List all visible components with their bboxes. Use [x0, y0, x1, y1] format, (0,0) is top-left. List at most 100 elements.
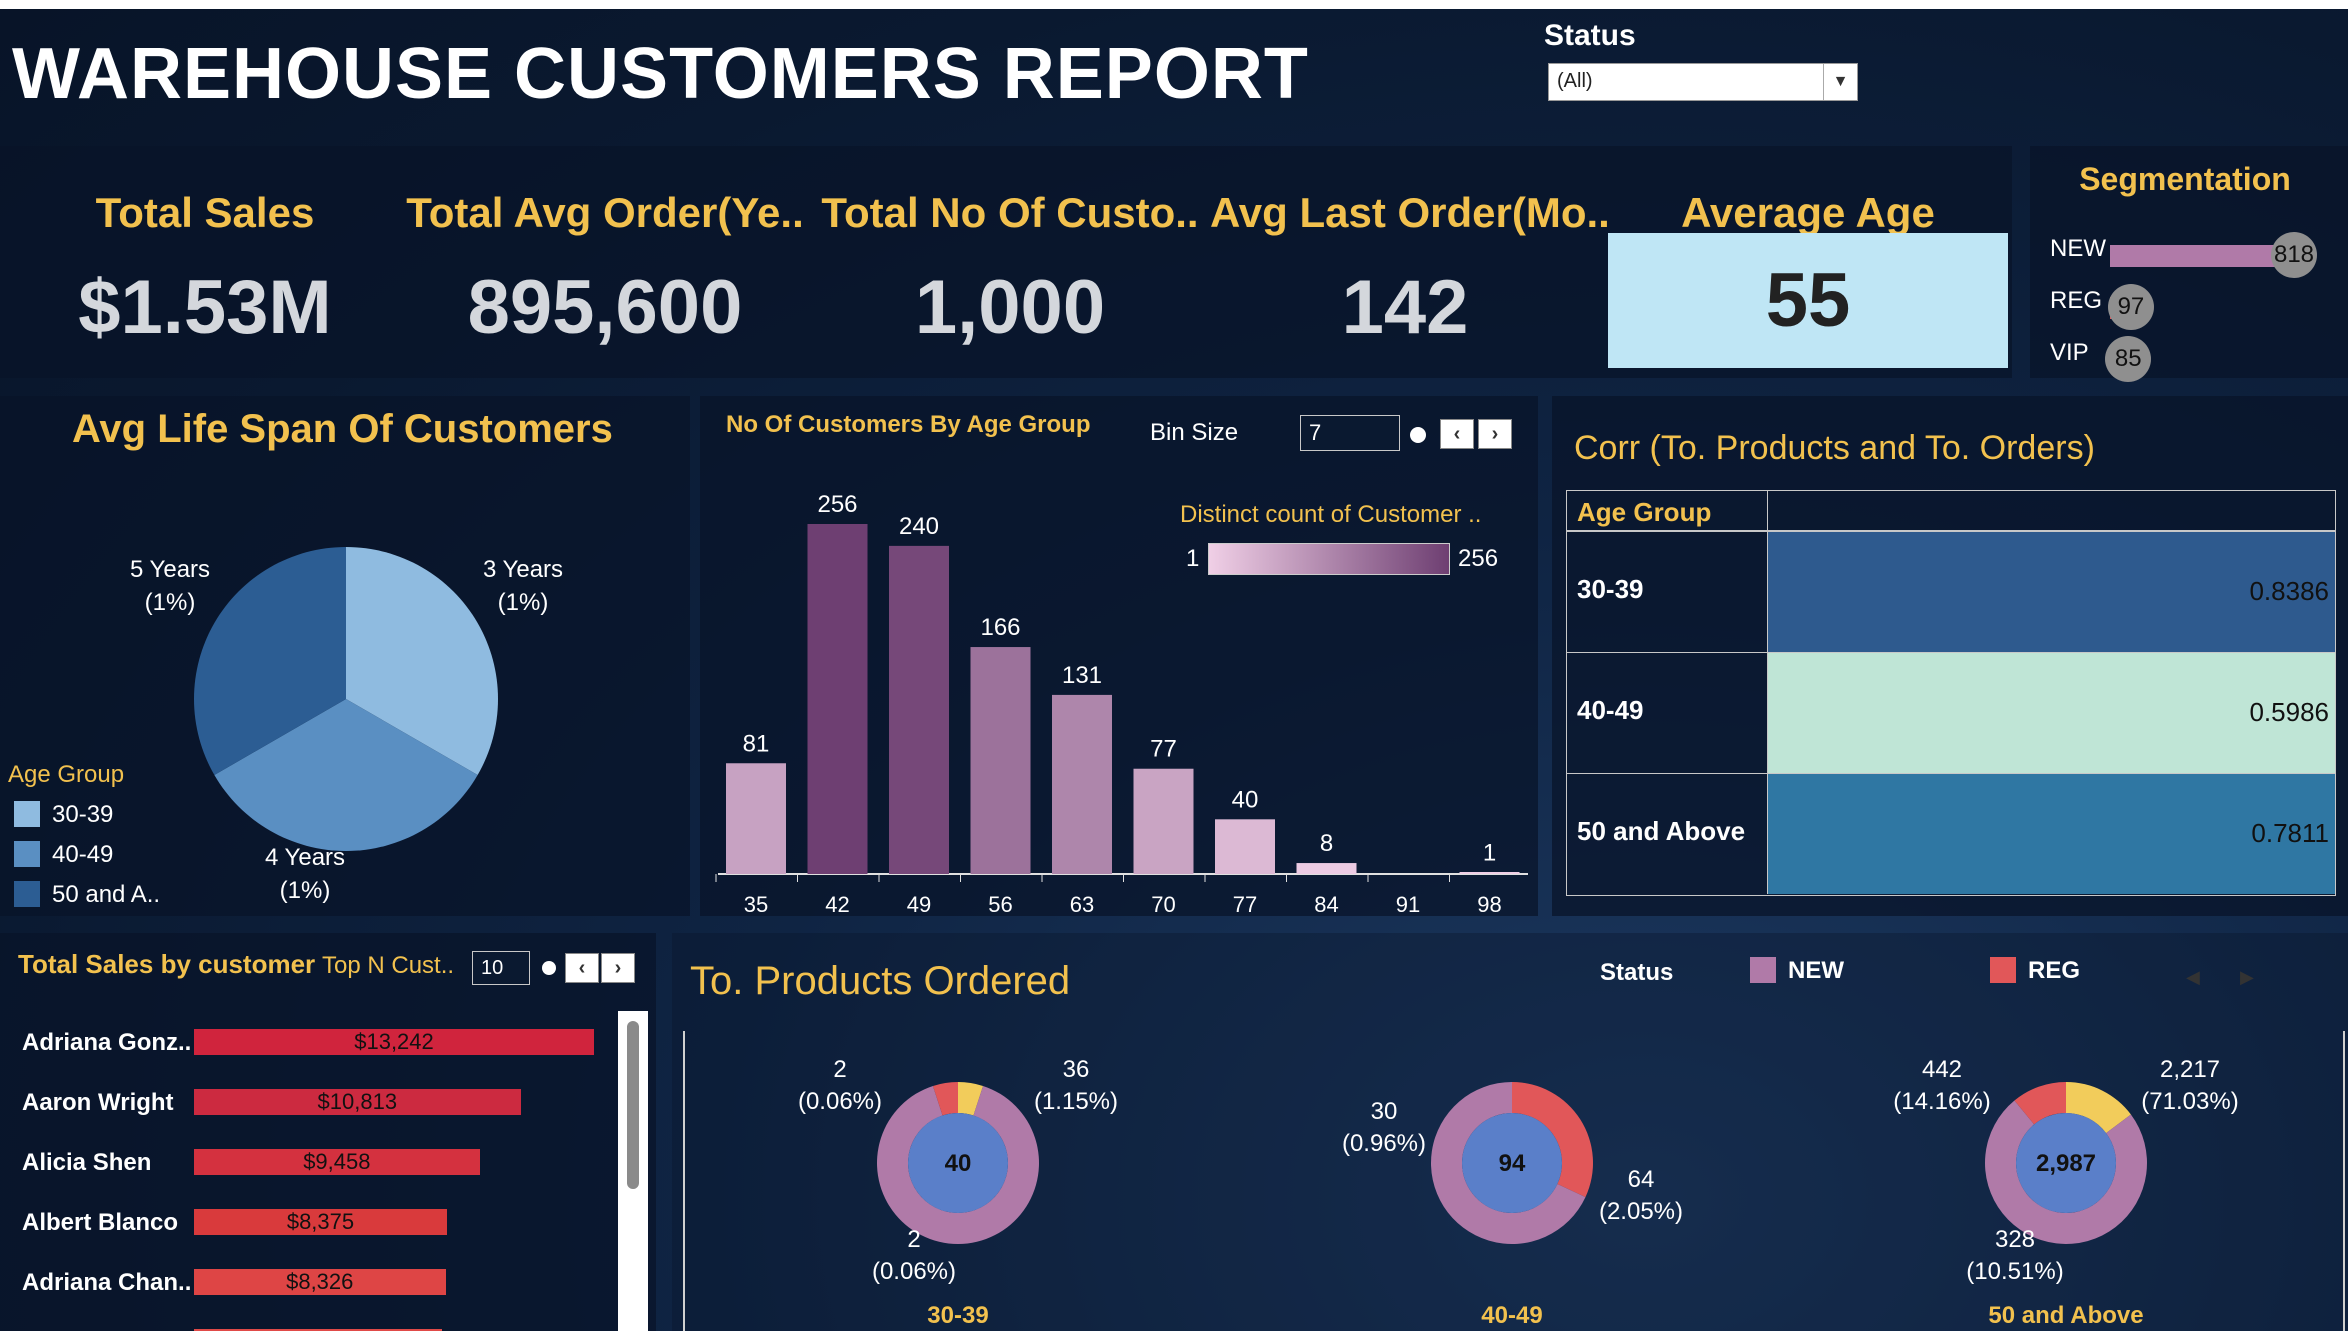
donut-30-39-label-b: 36	[1063, 1056, 1090, 1083]
customer-name: Aaron Wright	[22, 1089, 174, 1116]
kpi-label-avg-order: Total Avg Order(Ye..	[406, 189, 804, 236]
legend-swatch-50-above	[14, 881, 40, 907]
pie-label-5-years: 5 Years	[130, 556, 210, 583]
donut-40-49-group: 40-49	[1481, 1302, 1542, 1329]
seg-value-reg: 97	[2107, 284, 2154, 330]
pie-label-4-years-pct: (1%)	[280, 877, 331, 904]
corr-row: 30-39 0.8386	[1567, 531, 2335, 652]
hist-value-label-63: 131	[1062, 662, 1102, 689]
kpi-value-customers: 1,000	[914, 265, 1106, 350]
donut-40-49-label-a-pct: (0.96%)	[1342, 1130, 1426, 1157]
legend-label-50-above: 50 and A..	[52, 881, 161, 908]
legend-label-30-39: 30-39	[52, 801, 114, 828]
legend-prev-icon[interactable]: ◀	[2186, 967, 2200, 988]
pie-label-5-years-pct: (1%)	[145, 589, 196, 616]
kpi-label-total-sales: Total Sales	[95, 189, 315, 236]
products-donuts: 2 (0.06%) 36 (1.15%) 2 (0.06%) 40 30-39 …	[798, 1056, 2239, 1329]
hist-tick-35: 35	[744, 892, 768, 916]
hist-tick-63: 63	[1070, 892, 1094, 916]
hist-bar-49	[889, 545, 949, 874]
corr-row-cell: 0.5986	[1767, 653, 2335, 773]
top-n-input[interactable]: 10	[472, 951, 530, 985]
kpi-value-avg-order: 895,600	[467, 265, 743, 350]
corr-row-value: 0.7811	[2251, 818, 2329, 848]
pie-label-3-years-pct: (1%)	[498, 589, 549, 616]
kpi-label-average-age: Average Age	[1681, 189, 1935, 236]
customer-sales-value: $10,813	[317, 1089, 398, 1114]
customer-sales-value: $13,242	[354, 1029, 434, 1054]
customer-sales-bar[interactable]: $8,326	[194, 1269, 446, 1295]
donut-50-above-label-c: 328	[1995, 1226, 2035, 1253]
hist-value-label-35: 81	[743, 730, 770, 757]
hist-tick-91: 91	[1396, 892, 1420, 916]
hist-tick-70: 70	[1151, 892, 1175, 916]
customer-sales-bar[interactable]: $8,375	[194, 1209, 447, 1235]
hist-bar-63	[1052, 694, 1112, 874]
legend-swatch-reg	[1990, 957, 2016, 983]
top-n-decrement-button[interactable]: ‹	[565, 953, 599, 983]
donut-40-49-label-b-pct: (2.05%)	[1599, 1198, 1683, 1225]
donut-50-above-label-c-pct: (10.51%)	[1966, 1258, 2063, 1285]
corr-row-label: 30-39	[1577, 574, 1644, 604]
donut-30-39-group: 30-39	[927, 1302, 988, 1329]
seg-value-vip: 85	[2105, 336, 2152, 382]
customer-sales-bar[interactable]: $10,813	[194, 1089, 521, 1115]
donut-50-above-group: 50 and Above	[1988, 1302, 2143, 1329]
products-status-label: Status	[1600, 959, 1674, 986]
kpi-value-total-sales: $1.53M	[78, 265, 332, 350]
kpi-value-last-order: 142	[1341, 265, 1469, 350]
legend-swatch-40-49	[14, 841, 40, 867]
hist-value-label-56: 166	[980, 614, 1020, 641]
hist-value-label-49: 240	[899, 513, 939, 540]
hist-bar-77	[1215, 819, 1275, 874]
donut-30-39-label-a: 2	[833, 1056, 846, 1083]
hist-bar-56	[970, 647, 1031, 874]
customer-name: Alicia Shen	[22, 1149, 152, 1176]
customer-name: Abby Sai	[22, 1329, 125, 1331]
customer-sales-bar[interactable]	[194, 1329, 442, 1331]
kpi-label-customers: Total No Of Custo..	[821, 189, 1199, 236]
top-n-increment-button[interactable]: ›	[601, 953, 635, 983]
customer-sales-bar[interactable]: $9,458	[194, 1149, 480, 1175]
donut-30-39-label-a-pct: (0.06%)	[798, 1088, 882, 1115]
sales-by-customer-title: Total Sales by customer	[18, 949, 316, 979]
donut-30-39-center: 40	[945, 1150, 972, 1177]
legend-label-reg: REG	[2028, 957, 2081, 984]
corr-row-label: 50 and Above	[1577, 816, 1746, 846]
age-histogram-chart: 81 35 256 42 240 49 166 56 131 63 77 70 40 77 8 84 91 1 98	[715, 491, 1528, 916]
hist-tick-56: 56	[988, 892, 1012, 916]
page-title: WAREHOUSE CUSTOMERS REPORT	[12, 34, 1309, 114]
legend-label-new: NEW	[1788, 957, 1844, 984]
hist-bar-70	[1133, 768, 1194, 874]
status-filter-label: Status	[1544, 19, 1636, 52]
legend-swatch-new	[1750, 957, 1776, 983]
hist-tick-49: 49	[907, 892, 931, 916]
legend-label-40-49: 40-49	[52, 841, 114, 868]
top-n-label: Top N Cust..	[322, 952, 455, 979]
hist-value-label-70: 77	[1150, 736, 1177, 763]
hist-value-label-98: 1	[1483, 840, 1496, 867]
status-dropdown[interactable]: (All) ▼	[1548, 63, 1858, 101]
donut-40-49-label-b: 64	[1628, 1166, 1655, 1193]
pie-label-4-years: 4 Years	[265, 844, 345, 871]
corr-header-age-group: Age Group	[1577, 497, 1712, 527]
donut-50-above-center: 2,987	[2036, 1150, 2096, 1177]
legend-swatch-30-39	[14, 801, 40, 827]
customer-sales-bar[interactable]: $13,242	[194, 1029, 594, 1055]
customer-sales-value: $9,458	[303, 1149, 371, 1174]
kpi-label-last-order: Avg Last Order(Mo..	[1210, 189, 1610, 236]
chevron-down-icon: ▼	[1823, 64, 1857, 100]
customer-sales-value: $8,375	[286, 1209, 355, 1234]
legend-next-icon[interactable]: ▶	[2240, 967, 2254, 988]
corr-title: Corr (To. Products and To. Orders)	[1574, 429, 2095, 467]
seg-label-vip: VIP	[2050, 339, 2089, 366]
top-n-slider-handle[interactable]	[542, 961, 556, 975]
donut-30-39-label-b-pct: (1.15%)	[1034, 1088, 1118, 1115]
donut-30-39-label-c-pct: (0.06%)	[872, 1258, 956, 1285]
scrollbar-thumb[interactable]	[627, 1021, 639, 1189]
corr-row-value: 0.8386	[2249, 576, 2329, 606]
sales-list-scrollbar[interactable]	[618, 1011, 648, 1331]
customer-name: Albert Blanco	[22, 1209, 179, 1236]
hist-bar-42	[807, 524, 868, 874]
hist-tick-98: 98	[1477, 892, 1501, 916]
